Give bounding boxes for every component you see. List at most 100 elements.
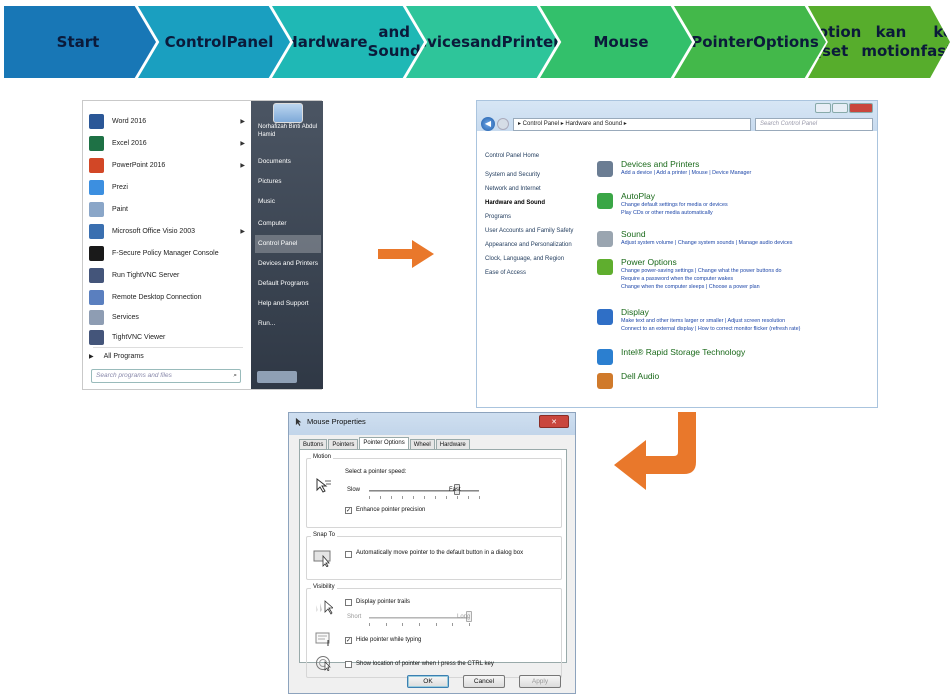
- category-link[interactable]: Change default settings for media or dev…: [621, 202, 728, 208]
- shut-down-button[interactable]: [257, 371, 297, 383]
- start-menu-item[interactable]: Excel 2016 ▶: [89, 133, 247, 153]
- start-menu-item[interactable]: Services: [89, 307, 247, 327]
- close-button[interactable]: [849, 103, 873, 113]
- start-menu-item[interactable]: Run TightVNC Server: [89, 265, 247, 285]
- slider-tick: [446, 496, 447, 499]
- start-menu-item-label: Run TightVNC Server: [112, 271, 180, 279]
- snap-to-group-title: Snap To: [311, 532, 337, 538]
- sidebar-item[interactable]: Control Panel Home: [485, 153, 593, 160]
- apply-button[interactable]: Apply: [519, 675, 561, 688]
- sidebar-item[interactable]: Hardware and Sound: [485, 200, 593, 207]
- step-chevron-2: Control Panel: [138, 6, 290, 78]
- start-menu-place[interactable]: Devices and Printers: [255, 255, 321, 273]
- category: Dell Audio: [597, 371, 873, 401]
- category-link[interactable]: Adjust system volume | Change system sou…: [621, 240, 793, 246]
- category-icon: [597, 373, 613, 389]
- category-title[interactable]: AutoPlay: [621, 191, 655, 201]
- start-menu-item[interactable]: PowerPoint 2016 ▶: [89, 155, 247, 175]
- category-title[interactable]: Power Options: [621, 257, 677, 267]
- start-menu-item[interactable]: TightVNC Viewer: [89, 327, 247, 347]
- start-menu-place[interactable]: Pictures: [255, 173, 321, 191]
- show-location-checkbox[interactable]: [345, 661, 352, 668]
- forward-arrow-icon[interactable]: [497, 118, 509, 130]
- visibility-group: Visibility Display pointer trails Short …: [306, 584, 562, 678]
- dialog-close-button[interactable]: ✕: [539, 415, 569, 428]
- sidebar-item[interactable]: Appearance and Personalization: [485, 242, 593, 249]
- sidebar-item[interactable]: Network and Internet: [485, 186, 593, 193]
- sidebar-item[interactable]: System and Security: [485, 172, 593, 179]
- user-name: Norhafizah Binti Abdul Hamid: [258, 124, 318, 138]
- category-link[interactable]: Change when the computer sleeps | Choose…: [621, 284, 760, 290]
- hide-pointer-checkbox[interactable]: ✓: [345, 637, 352, 644]
- start-menu-item[interactable]: Prezi: [89, 177, 247, 197]
- sidebar-item[interactable]: Clock, Language, and Region: [485, 256, 593, 263]
- start-menu-item[interactable]: Paint: [89, 199, 247, 219]
- start-menu-place[interactable]: Run...: [255, 315, 321, 333]
- back-arrow-icon[interactable]: ◀: [481, 117, 495, 131]
- program-icon: [89, 329, 104, 345]
- enhance-precision-checkbox[interactable]: ✓: [345, 507, 352, 514]
- category-icon: [597, 259, 613, 275]
- start-menu-place[interactable]: Computer: [255, 215, 321, 233]
- maximize-button[interactable]: [832, 103, 848, 113]
- start-menu-item[interactable]: Remote Desktop Connection: [89, 287, 247, 307]
- snap-to-checkbox[interactable]: [345, 551, 352, 558]
- search-icon: ⌕: [233, 372, 237, 379]
- sidebar-item[interactable]: Programs: [485, 214, 593, 221]
- category-title[interactable]: Dell Audio: [621, 371, 659, 381]
- snap-to-icon: [313, 550, 331, 567]
- start-menu-place[interactable]: Default Programs: [255, 275, 321, 293]
- slider-tick: [402, 623, 404, 626]
- slider-tick: [419, 623, 420, 626]
- slider-tick: [369, 623, 370, 626]
- category-title[interactable]: Devices and Printers: [621, 159, 699, 169]
- sidebar-item[interactable]: Ease of Access: [485, 270, 593, 277]
- start-menu-places: Norhafizah Binti Abdul Hamid Documents Pic…: [251, 101, 323, 389]
- slider-tick: [385, 623, 387, 626]
- pointer-trails-label: Display pointer trails: [356, 599, 411, 605]
- start-menu-item-label: Prezi: [112, 183, 128, 191]
- cancel-button[interactable]: Cancel: [463, 675, 505, 688]
- category-link[interactable]: Change power-saving settings | Change wh…: [621, 268, 782, 274]
- category-title[interactable]: Sound: [621, 229, 646, 239]
- window-controls: [815, 103, 873, 113]
- step-label-line: Mouse: [593, 32, 649, 51]
- start-menu-place[interactable]: Control Panel: [255, 235, 321, 253]
- category-link[interactable]: Make text and other items larger or smal…: [621, 318, 785, 324]
- category-link[interactable]: Play CDs or other media automatically: [621, 210, 713, 216]
- program-icon: [89, 135, 104, 151]
- pointer-trails-checkbox[interactable]: [345, 599, 352, 606]
- category-title[interactable]: Display: [621, 307, 649, 317]
- all-programs-item[interactable]: ▶ All Programs: [89, 346, 247, 366]
- category-link[interactable]: Connect to an external display | How to …: [621, 326, 800, 332]
- sidebar-item[interactable]: User Accounts and Family Safety: [485, 228, 593, 235]
- address-bar-row: ◀ ▸ Control Panel ▸ Hardware and Sound ▸…: [481, 116, 873, 132]
- program-icon: [89, 201, 104, 217]
- category-link[interactable]: Require a password when the computer wak…: [621, 276, 733, 282]
- start-menu-place[interactable]: Music: [255, 193, 321, 211]
- start-menu-item[interactable]: F-Secure Policy Manager Console: [89, 243, 247, 263]
- start-menu-item[interactable]: Word 2016 ▶: [89, 111, 247, 131]
- start-menu-place[interactable]: Help and Support: [255, 295, 321, 313]
- start-search-input[interactable]: Search programs and files ⌕: [91, 369, 241, 383]
- program-icon: [89, 113, 104, 129]
- step-chevron-1: Start: [4, 6, 156, 78]
- address-bar[interactable]: ▸ Control Panel ▸ Hardware and Sound ▸: [513, 117, 751, 131]
- show-location-label: Show location of pointer when I press th…: [356, 661, 494, 667]
- visibility-group-title: Visibility: [311, 584, 337, 590]
- step-label-line: Options: [753, 32, 819, 51]
- start-menu-place[interactable]: Documents: [255, 153, 321, 171]
- slider-tick: [424, 496, 425, 499]
- minimize-button[interactable]: [815, 103, 831, 113]
- ok-button[interactable]: OK: [407, 675, 449, 688]
- search-control-panel-input[interactable]: Search Control Panel: [755, 117, 873, 131]
- category-title[interactable]: Intel® Rapid Storage Technology: [621, 347, 745, 357]
- start-menu-item[interactable]: Microsoft Office Visio 2003 ▶: [89, 221, 247, 241]
- program-icon: [89, 245, 104, 261]
- category-link[interactable]: Add a device | Add a printer | Mouse | D…: [621, 170, 751, 176]
- hide-pointer-icon: [315, 632, 330, 646]
- program-icon: [89, 179, 104, 195]
- slider-tick: [369, 496, 370, 499]
- start-menu-item-label: Word 2016: [112, 117, 147, 125]
- category-icon: [597, 309, 613, 325]
